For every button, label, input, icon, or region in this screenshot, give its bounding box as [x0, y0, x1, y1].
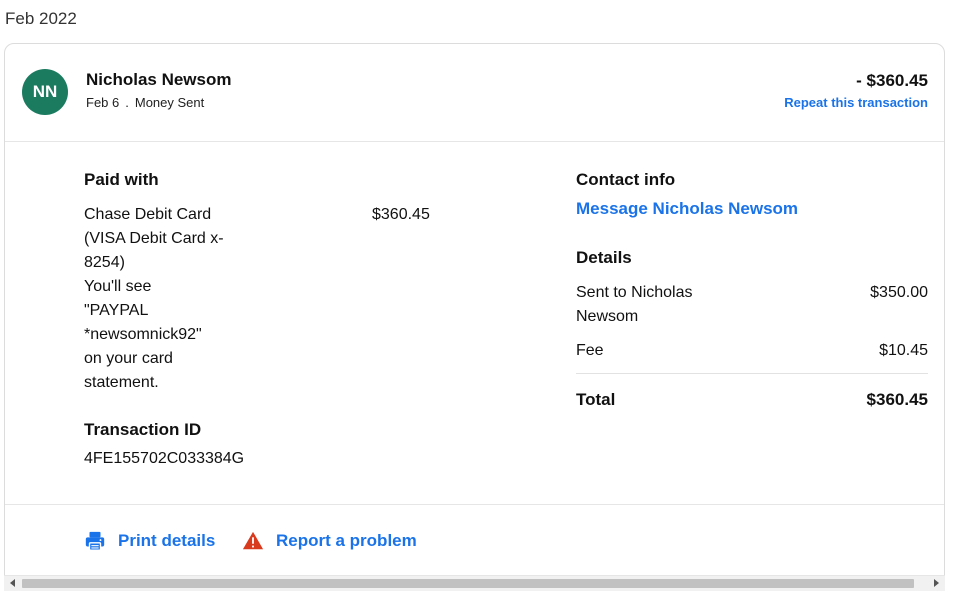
report-problem-button[interactable]: Report a problem — [242, 530, 417, 552]
transaction-date: Feb 6 — [86, 95, 120, 110]
details-title: Details — [576, 248, 632, 267]
detail-row-fee: Fee $10.45 — [576, 339, 928, 363]
payment-line: statement. — [84, 374, 159, 391]
scroll-left-arrow-icon[interactable] — [10, 579, 15, 587]
total-label: Total — [576, 390, 616, 409]
payment-method-description: Chase Debit Card (VISA Debit Card x- 825… — [84, 203, 254, 395]
transaction-details-body: Paid with Chase Debit Card (VISA Debit C… — [5, 142, 944, 505]
report-problem-label: Report a problem — [276, 531, 417, 550]
repeat-transaction-link[interactable]: Repeat this transaction — [784, 95, 928, 110]
payment-line: "PAYPAL — [84, 302, 149, 319]
transaction-amount: - $360.45 — [856, 71, 928, 90]
paid-with-title: Paid with — [84, 170, 159, 189]
detail-value: $350.00 — [870, 284, 928, 301]
horizontal-scrollbar[interactable] — [4, 575, 945, 591]
message-recipient-link[interactable]: Message Nicholas Newsom — [576, 199, 798, 219]
detail-label: Sent to Nicholas Newsom — [576, 281, 746, 329]
printer-icon — [85, 531, 105, 551]
transaction-actions: Print details Report a problem — [5, 505, 944, 575]
detail-label-line: Newsom — [576, 308, 639, 325]
payment-line: *newsomnick92" — [84, 326, 202, 343]
transaction-id-value: 4FE155702C033384G — [84, 450, 245, 467]
detail-value: $10.45 — [879, 342, 928, 359]
transaction-type: Money Sent — [134, 95, 205, 110]
contact-info-title: Contact info — [576, 170, 676, 189]
payment-amount: $360.45 — [372, 206, 430, 223]
transaction-subline: Feb 6. Money Sent — [86, 95, 204, 110]
detail-row-total: Total $360.45 — [576, 388, 928, 412]
transaction-header[interactable]: NN Nicholas Newsom Feb 6. Money Sent - $3… — [5, 44, 944, 142]
payment-line: (VISA Debit Card x- — [84, 230, 224, 247]
total-value: $360.45 — [866, 390, 928, 409]
scroll-right-arrow-icon[interactable] — [934, 579, 939, 587]
transaction-card: NN Nicholas Newsom Feb 6. Money Sent - $3… — [4, 43, 945, 591]
avatar: NN — [22, 69, 68, 115]
detail-row-sent: Sent to Nicholas Newsom $350.00 — [576, 281, 928, 329]
recipient-name: Nicholas Newsom — [86, 70, 232, 89]
payment-line: You'll see — [84, 278, 152, 295]
payment-line: on your card — [84, 350, 173, 367]
details-divider — [576, 373, 928, 374]
detail-label-line: Sent to Nicholas — [576, 284, 693, 301]
transaction-id-title: Transaction ID — [84, 420, 202, 439]
detail-label: Fee — [576, 342, 604, 359]
payment-line: 8254) — [84, 254, 125, 271]
print-details-button[interactable]: Print details — [84, 530, 215, 552]
scrollbar-thumb[interactable] — [22, 579, 914, 588]
payment-line: Chase Debit Card — [84, 206, 212, 223]
warning-icon — [242, 531, 264, 550]
subline-separator: . — [125, 95, 129, 110]
month-label: Feb 2022 — [5, 9, 77, 28]
print-details-label: Print details — [118, 531, 216, 550]
